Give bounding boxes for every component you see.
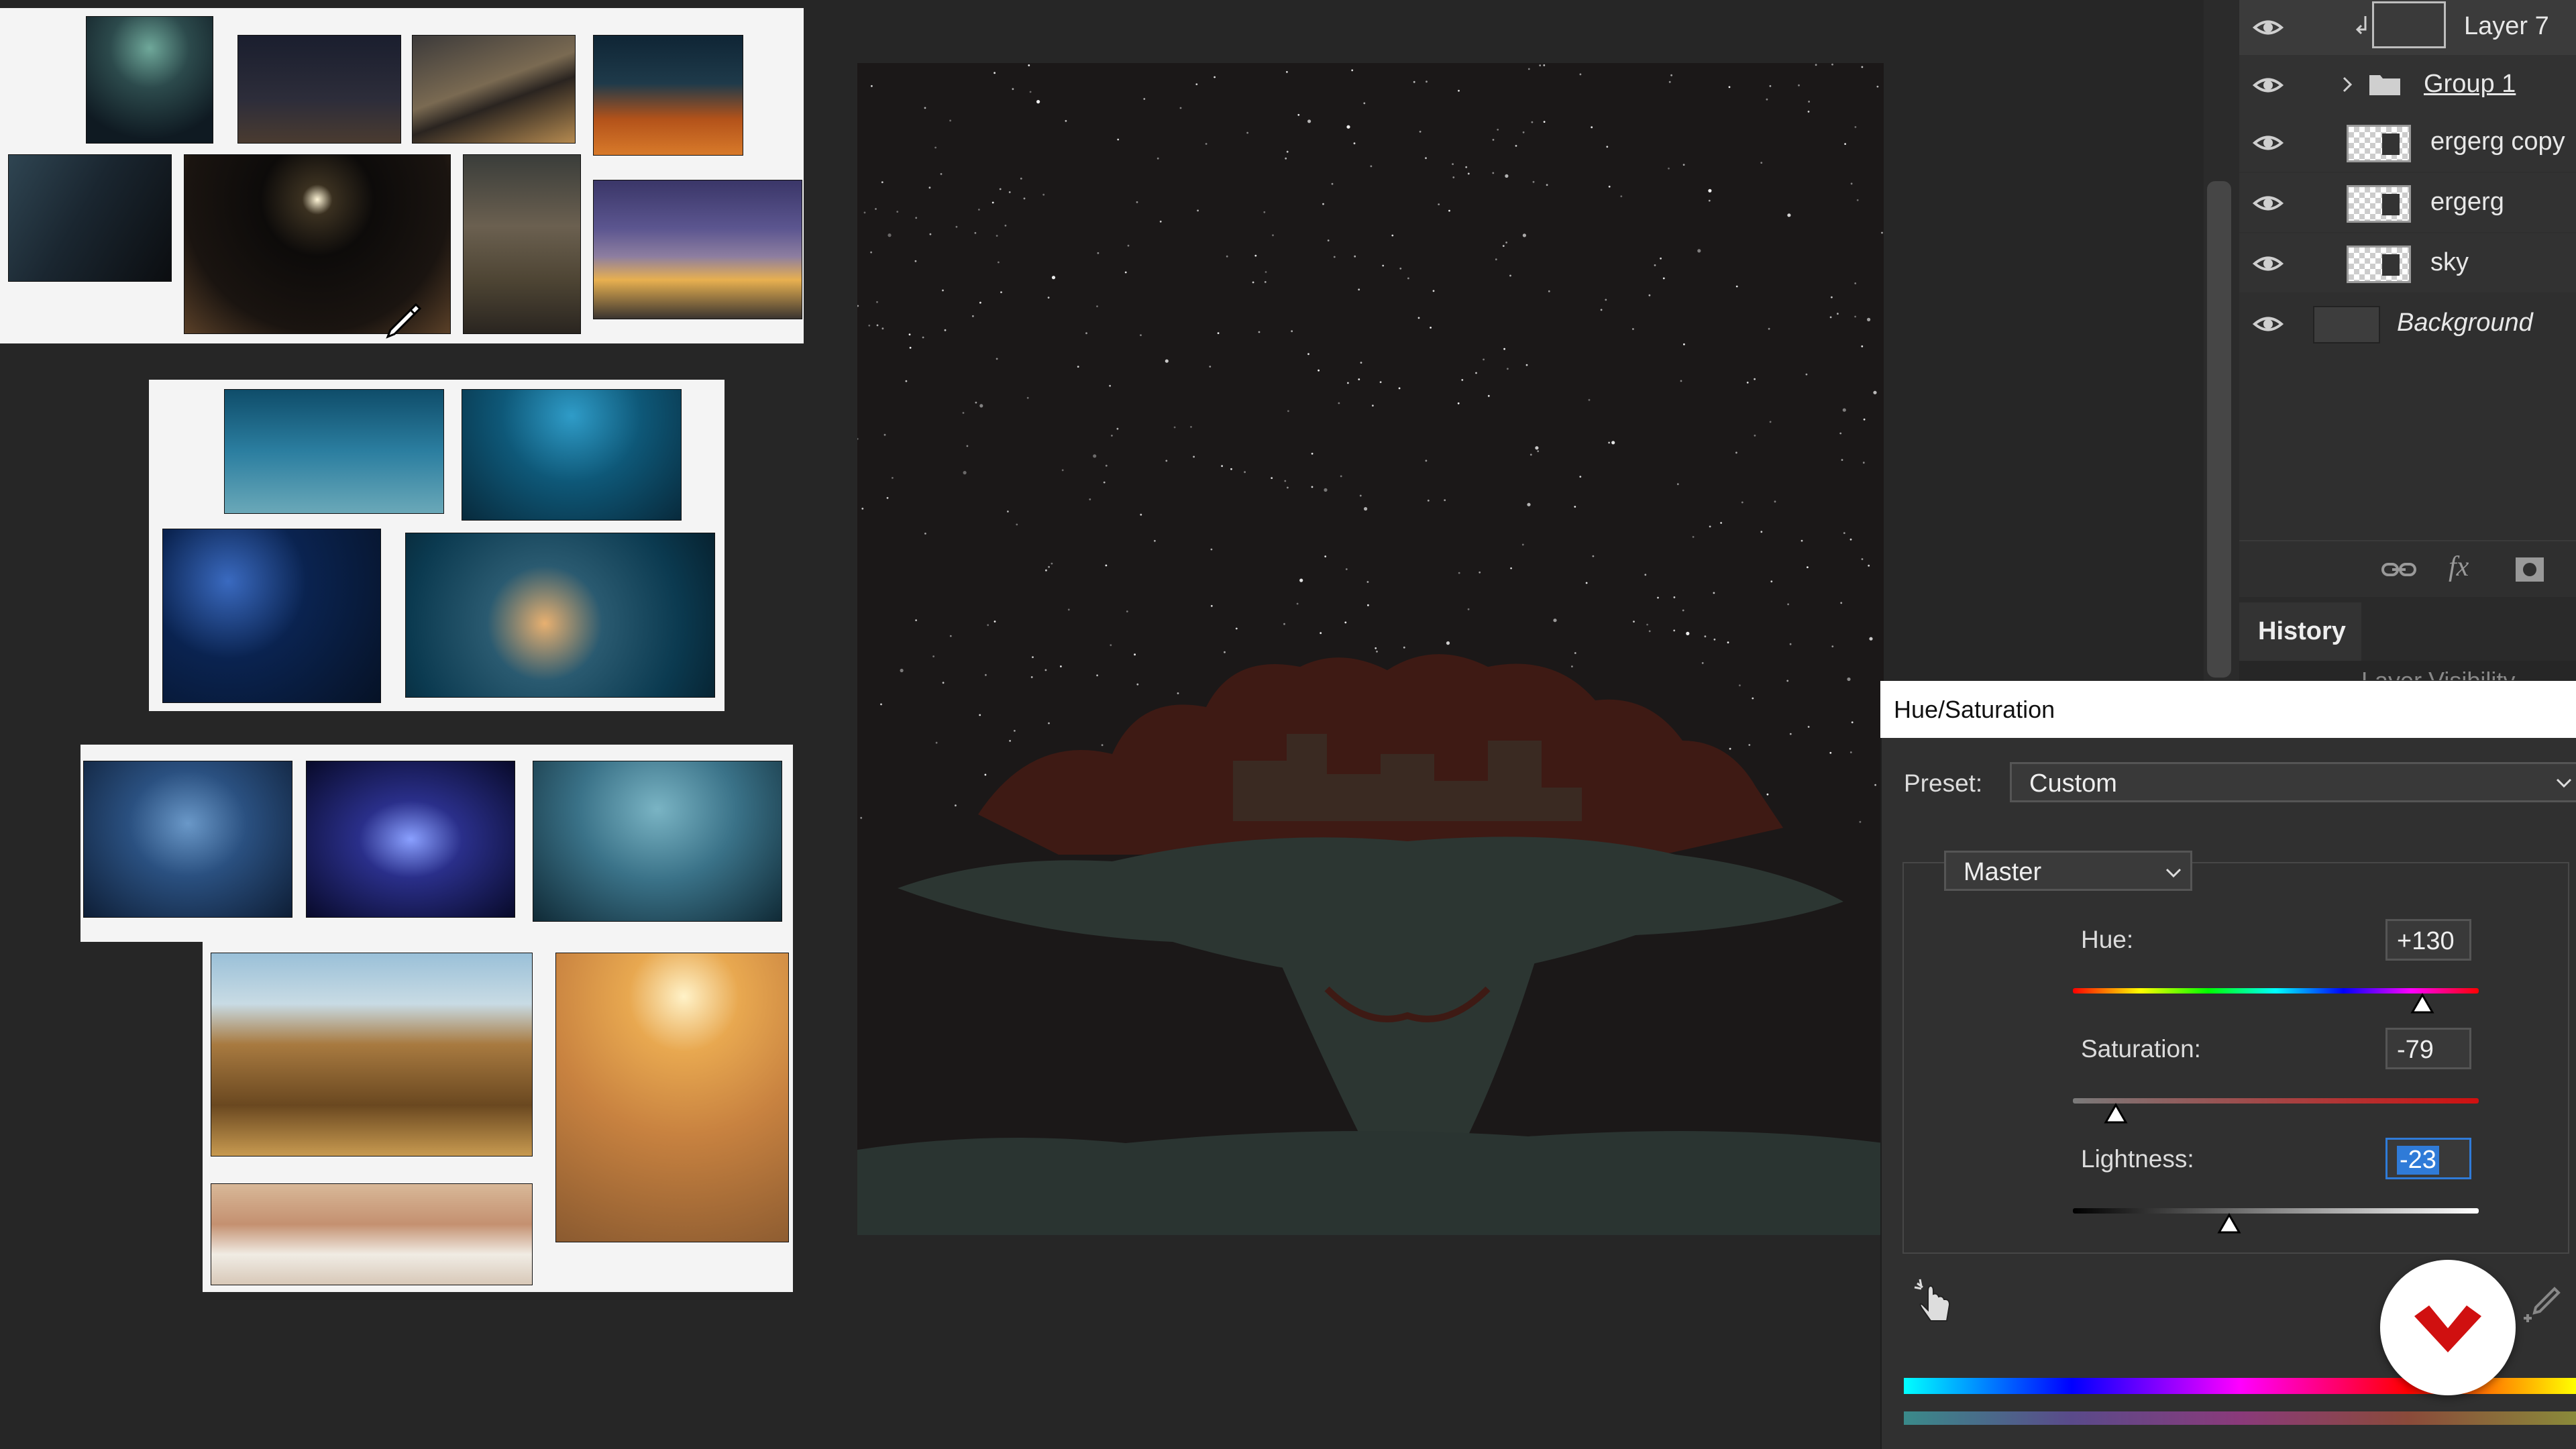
reference-image — [86, 16, 213, 144]
lightness-input[interactable]: -23 — [2385, 1138, 2471, 1179]
moodboard-desert — [203, 942, 793, 1292]
reference-image — [405, 533, 715, 698]
layers-panel-footer: fx — [2239, 540, 2576, 598]
logo-chevron-icon — [2414, 1305, 2481, 1352]
lightness-label: Lightness: — [2081, 1145, 2194, 1173]
tab-history[interactable]: History — [2239, 602, 2361, 661]
moodboard-underwater — [149, 380, 724, 711]
layer-name: sky — [2430, 248, 2469, 276]
layer-name: ergerg copy — [2430, 127, 2565, 156]
document-canvas[interactable] — [857, 63, 1884, 1235]
reference-image — [162, 529, 381, 703]
reference-image — [593, 35, 743, 156]
reference-image — [533, 761, 782, 922]
result-color-bar — [1904, 1411, 2576, 1425]
reference-image — [8, 154, 172, 282]
link-layers-icon[interactable] — [2380, 555, 2418, 584]
history-item-peek: Layer Visibility — [2294, 661, 2576, 680]
layer-row[interactable]: sky — [2239, 233, 2576, 292]
layer-row[interactable]: ergerg copy — [2239, 113, 2576, 172]
layer-row[interactable]: Background — [2239, 294, 2576, 353]
layer-thumbnail — [2347, 185, 2411, 223]
hue-label: Hue: — [2081, 926, 2134, 953]
channel-dropdown[interactable]: Master — [1944, 851, 2192, 891]
layer-name: Background — [2397, 309, 2533, 337]
hue-slider-thumb[interactable] — [2410, 993, 2434, 1014]
eye-visibility-icon[interactable] — [2253, 309, 2284, 339]
hue-input[interactable]: +130 — [2385, 919, 2471, 961]
reference-image — [412, 35, 576, 144]
targeted-adjustment-hand-icon[interactable] — [1913, 1278, 1955, 1325]
island-silhouette — [857, 654, 1884, 1235]
preset-dropdown[interactable]: Custom — [2010, 762, 2576, 802]
preset-value: Custom — [2029, 769, 2117, 798]
reference-image — [306, 761, 515, 918]
layer-thumbnail — [2347, 125, 2411, 162]
chevron-down-icon — [2165, 868, 2182, 878]
lightness-slider-thumb[interactable] — [2217, 1213, 2241, 1234]
saturation-slider-thumb[interactable] — [2103, 1103, 2128, 1124]
reference-image — [211, 1183, 533, 1285]
panel-scrollbar-thumb[interactable] — [2207, 181, 2231, 678]
moodboard-storm-desert — [80, 745, 793, 942]
eye-visibility-icon[interactable] — [2253, 12, 2284, 43]
layer-name: ergerg — [2430, 188, 2504, 216]
tab-history-label: History — [2258, 617, 2346, 645]
lightness-slider-track[interactable] — [2073, 1208, 2479, 1214]
reference-image — [224, 389, 444, 514]
eye-visibility-icon[interactable] — [2253, 70, 2284, 101]
folder-icon — [2369, 75, 2400, 95]
eyedropper-cursor-icon — [386, 303, 422, 339]
clipping-arrow-icon — [2355, 16, 2367, 35]
reference-image — [211, 953, 533, 1157]
eye-visibility-icon[interactable] — [2253, 188, 2284, 219]
reference-image — [593, 180, 802, 319]
saturation-input[interactable]: -79 — [2385, 1028, 2471, 1069]
hue-value: +130 — [2397, 927, 2455, 955]
layer-name: Layer 7 — [2464, 12, 2549, 40]
reference-image — [462, 389, 682, 521]
channel-value: Master — [1964, 858, 2042, 886]
reference-image — [83, 761, 292, 918]
lightness-value: -23 — [2397, 1146, 2439, 1175]
reference-image — [463, 154, 581, 334]
channel-logo — [2380, 1260, 2516, 1395]
layer-name: Group 1 — [2424, 70, 2516, 98]
saturation-slider-track[interactable] — [2073, 1098, 2479, 1104]
history-item-label: Layer Visibility — [2361, 667, 2515, 680]
dialog-title: Hue/Saturation — [1894, 696, 2055, 723]
reference-image — [237, 35, 401, 144]
eye-visibility-icon[interactable] — [2253, 127, 2284, 158]
chevron-down-icon — [2556, 778, 2572, 788]
add-mask-icon[interactable] — [2514, 556, 2545, 583]
saturation-label: Saturation: — [2081, 1035, 2201, 1063]
chevron-right-icon[interactable] — [2340, 75, 2355, 94]
saturation-value: -79 — [2397, 1036, 2434, 1064]
layer-row[interactable]: ergerg — [2239, 173, 2576, 232]
dialog-titlebar[interactable]: Hue/Saturation — [1880, 681, 2576, 738]
preset-label: Preset: — [1904, 769, 1983, 797]
layer-thumbnail — [2347, 246, 2411, 283]
eye-visibility-icon[interactable] — [2253, 248, 2284, 279]
layer-thumbnail — [2313, 306, 2380, 343]
eyedropper-plus-icon[interactable] — [2522, 1285, 2563, 1325]
moodboard-night — [0, 8, 804, 343]
layer-thumbnail — [2372, 1, 2446, 48]
layer-row[interactable]: Layer 7 — [2239, 0, 2576, 56]
layer-row[interactable]: Group 1 — [2239, 55, 2576, 114]
layer-style-fx-icon[interactable]: fx — [2449, 551, 2469, 583]
reference-image — [555, 953, 789, 1242]
